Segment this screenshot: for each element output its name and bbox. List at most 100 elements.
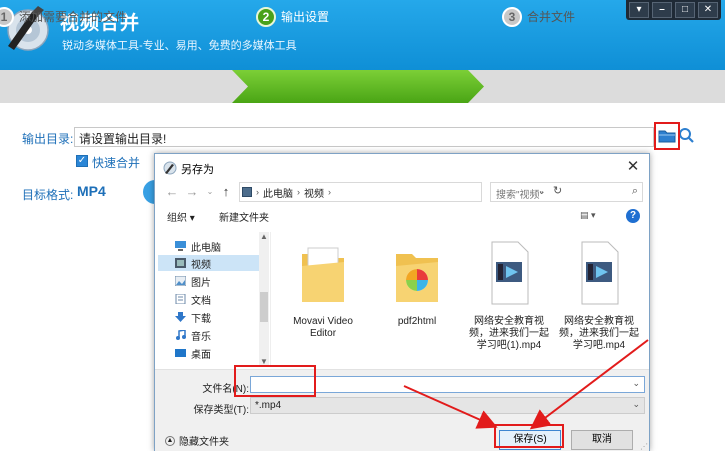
file-name: pdf2html — [397, 316, 437, 327]
downloads-icon — [175, 312, 186, 322]
navigation-pane: 此电脑 视频 图片 文档 下载 音乐 桌面 — [155, 232, 271, 366]
file-item[interactable]: 网络安全教育视频，进来我们一起学习吧.mp4 — [557, 240, 641, 352]
video-folder-icon — [175, 258, 186, 268]
step-2-label: 输出设置 — [281, 10, 330, 24]
dialog-titlebar: 另存为 ✕ — [155, 154, 649, 182]
new-folder-button[interactable]: 新建文件夹 — [219, 209, 269, 224]
dialog-title: 另存为 — [181, 164, 214, 176]
step-1-number: 1 — [0, 6, 14, 27]
filetype-select[interactable]: *.mp4 ⌄ — [250, 397, 645, 414]
file-name: 网络安全教育视频，进来我们一起学习吧(1).mp4 — [469, 316, 549, 351]
dialog-close-icon[interactable]: ✕ — [623, 157, 643, 177]
video-file-icon — [491, 241, 529, 305]
app-subtitle: 锐动多媒体工具-专业、易用、免费的多媒体工具 — [62, 40, 297, 52]
nav-label: 文档 — [191, 295, 211, 307]
window-controls: ▾ – □ ✕ — [626, 0, 721, 20]
menu-dropdown-button[interactable]: ▾ — [629, 2, 649, 18]
nav-label: 此电脑 — [191, 242, 221, 254]
file-item[interactable]: pdf2html — [375, 240, 459, 328]
step-1-label: 添加需要合并的文件 — [19, 10, 128, 24]
organize-button[interactable]: 组织 ▾ — [167, 209, 195, 224]
hide-folders-label: 隐藏文件夹 — [179, 437, 229, 448]
up-arrow-icon[interactable]: ↑ — [219, 184, 233, 200]
nav-item-desktop[interactable]: 桌面 — [175, 345, 211, 361]
file-list: Movavi Video Editor pdf2html 网络安全教育视频，进来… — [273, 232, 645, 366]
chevron-right-icon: › — [256, 187, 259, 197]
nav-label: 视频 — [191, 259, 211, 271]
step-3-label: 合并文件 — [527, 10, 576, 24]
highlight-box-filename — [234, 365, 316, 397]
forward-arrow-icon[interactable]: → — [185, 184, 199, 200]
navigation-row: ← → ⌄ ↑ › 此电脑 › 视频 › ⌄ ↻ 搜索"视频" ⌕ — [155, 182, 649, 204]
back-arrow-icon[interactable]: ← — [165, 184, 179, 200]
pictures-icon — [175, 276, 186, 286]
breadcrumb-videos[interactable]: 视频 — [304, 185, 324, 200]
address-bar[interactable]: › 此电脑 › 视频 › ⌄ ↻ — [239, 182, 562, 202]
folder-icon — [302, 247, 344, 302]
breadcrumb-this-pc[interactable]: 此电脑 — [263, 185, 293, 200]
scroll-up-icon[interactable]: ▲ — [260, 232, 268, 241]
folder-with-image-icon — [396, 254, 438, 302]
dialog-bottom-panel: 文件名(N): ⌄ 保存类型(T): *.mp4 ⌄ ▲ 隐藏文件夹 保存(S)… — [155, 369, 649, 451]
fast-merge-checkbox[interactable]: ✓ — [76, 155, 88, 167]
nav-item-documents[interactable]: 文档 — [175, 291, 211, 307]
highlight-box-save — [494, 424, 564, 448]
nav-item-this-pc[interactable]: 此电脑 — [175, 238, 221, 254]
highlight-box-browse — [654, 122, 680, 150]
close-button[interactable]: ✕ — [698, 2, 718, 18]
filetype-label: 保存类型(T): — [193, 405, 249, 416]
search-folder-icon[interactable] — [678, 127, 694, 145]
target-format-value[interactable]: MP4 — [77, 183, 106, 199]
chevron-up-icon: ▲ — [165, 435, 175, 446]
chevron-right-icon: › — [297, 187, 300, 197]
output-dir-input[interactable]: 请设置输出目录! — [74, 127, 654, 147]
view-options-icon[interactable]: ▤ ▾ — [580, 210, 604, 222]
maximize-button[interactable]: □ — [675, 2, 695, 18]
video-file-icon — [581, 241, 619, 305]
hide-folders-toggle[interactable]: ▲ 隐藏文件夹 — [165, 433, 229, 448]
fast-merge-label: 快速合并 — [92, 156, 141, 170]
documents-icon — [175, 294, 186, 304]
file-item[interactable]: 网络安全教育视频，进来我们一起学习吧(1).mp4 — [467, 240, 551, 352]
step-3-number: 3 — [502, 6, 522, 27]
search-placeholder: 搜索"视频" — [496, 190, 544, 201]
step-2-number: 2 — [256, 6, 276, 27]
filetype-dropdown-icon[interactable]: ⌄ — [632, 399, 640, 410]
step-3[interactable]: 3 合并文件 — [502, 0, 575, 33]
nav-item-music[interactable]: 音乐 — [175, 327, 211, 343]
output-dir-label: 输出目录: — [22, 132, 74, 146]
recent-dropdown-icon[interactable]: ⌄ — [203, 184, 217, 200]
file-item[interactable]: Movavi Video Editor — [281, 240, 365, 340]
nav-label: 音乐 — [191, 331, 211, 343]
dialog-toolbar: 组织 ▾ 新建文件夹 ▤ ▾ ? — [155, 206, 649, 228]
step-active-arrow — [232, 70, 484, 103]
nav-label: 桌面 — [191, 349, 211, 361]
file-name: Movavi Video Editor — [293, 316, 353, 339]
search-input[interactable]: 搜索"视频" ⌕ — [490, 182, 643, 202]
search-icon: ⌕ — [631, 185, 638, 197]
nav-item-downloads[interactable]: 下载 — [175, 309, 211, 325]
scroll-thumb[interactable] — [260, 292, 268, 322]
resize-grip-icon[interactable]: ⋰ — [640, 442, 648, 451]
save-as-dialog: 另存为 ✕ ← → ⌄ ↑ › 此电脑 › 视频 › ⌄ ↻ 搜索"视频" ⌕ … — [154, 153, 650, 451]
filename-dropdown-icon[interactable]: ⌄ — [632, 378, 640, 389]
chevron-right-icon: › — [328, 187, 331, 197]
step-1[interactable]: 1 添加需要合并的文件 — [0, 0, 127, 33]
desktop-icon — [175, 349, 186, 357]
cancel-button[interactable]: 取消 — [571, 430, 633, 450]
nav-item-pictures[interactable]: 图片 — [175, 273, 211, 289]
minimize-button[interactable]: – — [652, 2, 672, 18]
computer-icon — [242, 187, 252, 197]
app-small-icon — [163, 161, 177, 175]
nav-scrollbar[interactable]: ▲ ▼ — [259, 232, 269, 366]
target-format-label: 目标格式: — [22, 188, 74, 202]
nav-label: 下载 — [191, 313, 211, 325]
file-name: 网络安全教育视频，进来我们一起学习吧.mp4 — [559, 316, 639, 351]
filetype-value: *.mp4 — [255, 400, 282, 411]
music-icon — [176, 330, 186, 340]
step-2[interactable]: 2 输出设置 — [256, 0, 329, 33]
nav-label: 图片 — [191, 277, 211, 289]
nav-item-videos[interactable]: 视频 — [158, 255, 260, 271]
computer-icon — [175, 241, 186, 251]
help-icon[interactable]: ? — [626, 209, 640, 223]
